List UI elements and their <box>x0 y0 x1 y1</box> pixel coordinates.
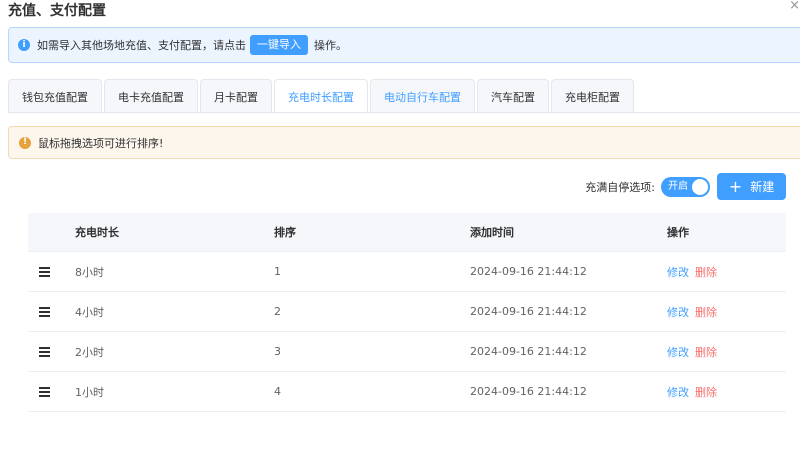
header-duration: 充电时长 <box>75 226 119 239</box>
tab-card-recharge[interactable]: 电卡充值配置 <box>104 79 198 113</box>
time-cell: 2024-09-16 21:44:12 <box>470 305 587 318</box>
edit-link[interactable]: 修改 <box>667 346 689 359</box>
table-row[interactable]: 4小时 2 2024-09-16 21:44:12 修改 删除 <box>28 292 786 332</box>
tabs-divider <box>8 112 800 113</box>
warning-icon: ! <box>19 136 31 149</box>
drag-handle-icon[interactable] <box>28 307 75 317</box>
actions-cell: 修改 删除 <box>667 384 786 400</box>
header-actions: 操作 <box>667 226 689 239</box>
warning-text: 鼠标拖拽选项可进行排序! <box>38 136 164 150</box>
tab-wallet-recharge[interactable]: 钱包充值配置 <box>8 79 102 113</box>
auto-stop-label: 充满自停选项: <box>585 181 655 194</box>
auto-stop-control: 充满自停选项: 开启 <box>585 174 710 200</box>
duration-table: 充电时长 排序 添加时间 操作 8小时 1 2024-09-16 21:44:1… <box>28 213 786 412</box>
drag-handle-icon[interactable] <box>28 347 75 357</box>
edit-link[interactable]: 修改 <box>667 266 689 279</box>
new-button[interactable]: + 新建 <box>717 173 786 200</box>
tab-charge-duration[interactable]: 充电时长配置 <box>274 79 368 113</box>
actions-cell: 修改 删除 <box>667 264 786 280</box>
header-added-time: 添加时间 <box>470 226 514 239</box>
config-tabs: 钱包充值配置 电卡充值配置 月卡配置 充电时长配置 电动自行车配置 汽车配置 充… <box>8 79 636 113</box>
edit-link[interactable]: 修改 <box>667 306 689 319</box>
time-cell: 2024-09-16 21:44:12 <box>470 265 587 278</box>
dialog-title: 充值、支付配置 <box>8 3 106 19</box>
order-cell: 4 <box>274 385 281 398</box>
duration-cell: 4小时 <box>75 305 104 319</box>
drag-handle-icon[interactable] <box>28 387 75 397</box>
auto-stop-switch[interactable]: 开启 <box>661 177 710 197</box>
table-row[interactable]: 8小时 1 2024-09-16 21:44:12 修改 删除 <box>28 252 786 292</box>
info-alert-prefix: 如需导入其他场地充值、支付配置，请点击 <box>37 39 246 52</box>
order-cell: 1 <box>274 265 281 278</box>
tab-charging-cabinet[interactable]: 充电柜配置 <box>551 79 634 113</box>
time-cell: 2024-09-16 21:44:12 <box>470 385 587 398</box>
edit-link[interactable]: 修改 <box>667 386 689 399</box>
duration-cell: 2小时 <box>75 345 104 359</box>
table-row[interactable]: 1小时 4 2024-09-16 21:44:12 修改 删除 <box>28 372 786 412</box>
duration-cell: 1小时 <box>75 385 104 399</box>
import-info-alert: i 如需导入其他场地充值、支付配置，请点击 一键导入 操作。 <box>8 27 800 63</box>
switch-knob <box>692 179 708 195</box>
delete-link[interactable]: 删除 <box>695 266 717 279</box>
delete-link[interactable]: 删除 <box>695 386 717 399</box>
table-row[interactable]: 2小时 3 2024-09-16 21:44:12 修改 删除 <box>28 332 786 372</box>
tab-monthly-card[interactable]: 月卡配置 <box>200 79 272 113</box>
actions-cell: 修改 删除 <box>667 344 786 360</box>
info-icon: i <box>18 39 30 51</box>
new-button-label: 新建 <box>750 180 775 194</box>
actions-cell: 修改 删除 <box>667 304 786 320</box>
delete-link[interactable]: 删除 <box>695 346 717 359</box>
switch-label: 开启 <box>668 181 688 192</box>
sort-warning-alert: ! 鼠标拖拽选项可进行排序! <box>8 126 800 159</box>
plus-icon: + <box>728 176 743 196</box>
tab-car[interactable]: 汽车配置 <box>477 79 549 113</box>
one-click-import-button[interactable]: 一键导入 <box>250 35 308 55</box>
header-order: 排序 <box>274 226 296 239</box>
duration-cell: 8小时 <box>75 265 104 279</box>
table-header: 充电时长 排序 添加时间 操作 <box>28 213 786 252</box>
time-cell: 2024-09-16 21:44:12 <box>470 345 587 358</box>
drag-handle-icon[interactable] <box>28 267 75 277</box>
order-cell: 3 <box>274 345 281 358</box>
info-alert-suffix: 操作。 <box>314 39 347 52</box>
delete-link[interactable]: 删除 <box>695 306 717 319</box>
close-icon[interactable]: × <box>789 0 800 14</box>
tab-ebike[interactable]: 电动自行车配置 <box>370 79 475 113</box>
order-cell: 2 <box>274 305 281 318</box>
